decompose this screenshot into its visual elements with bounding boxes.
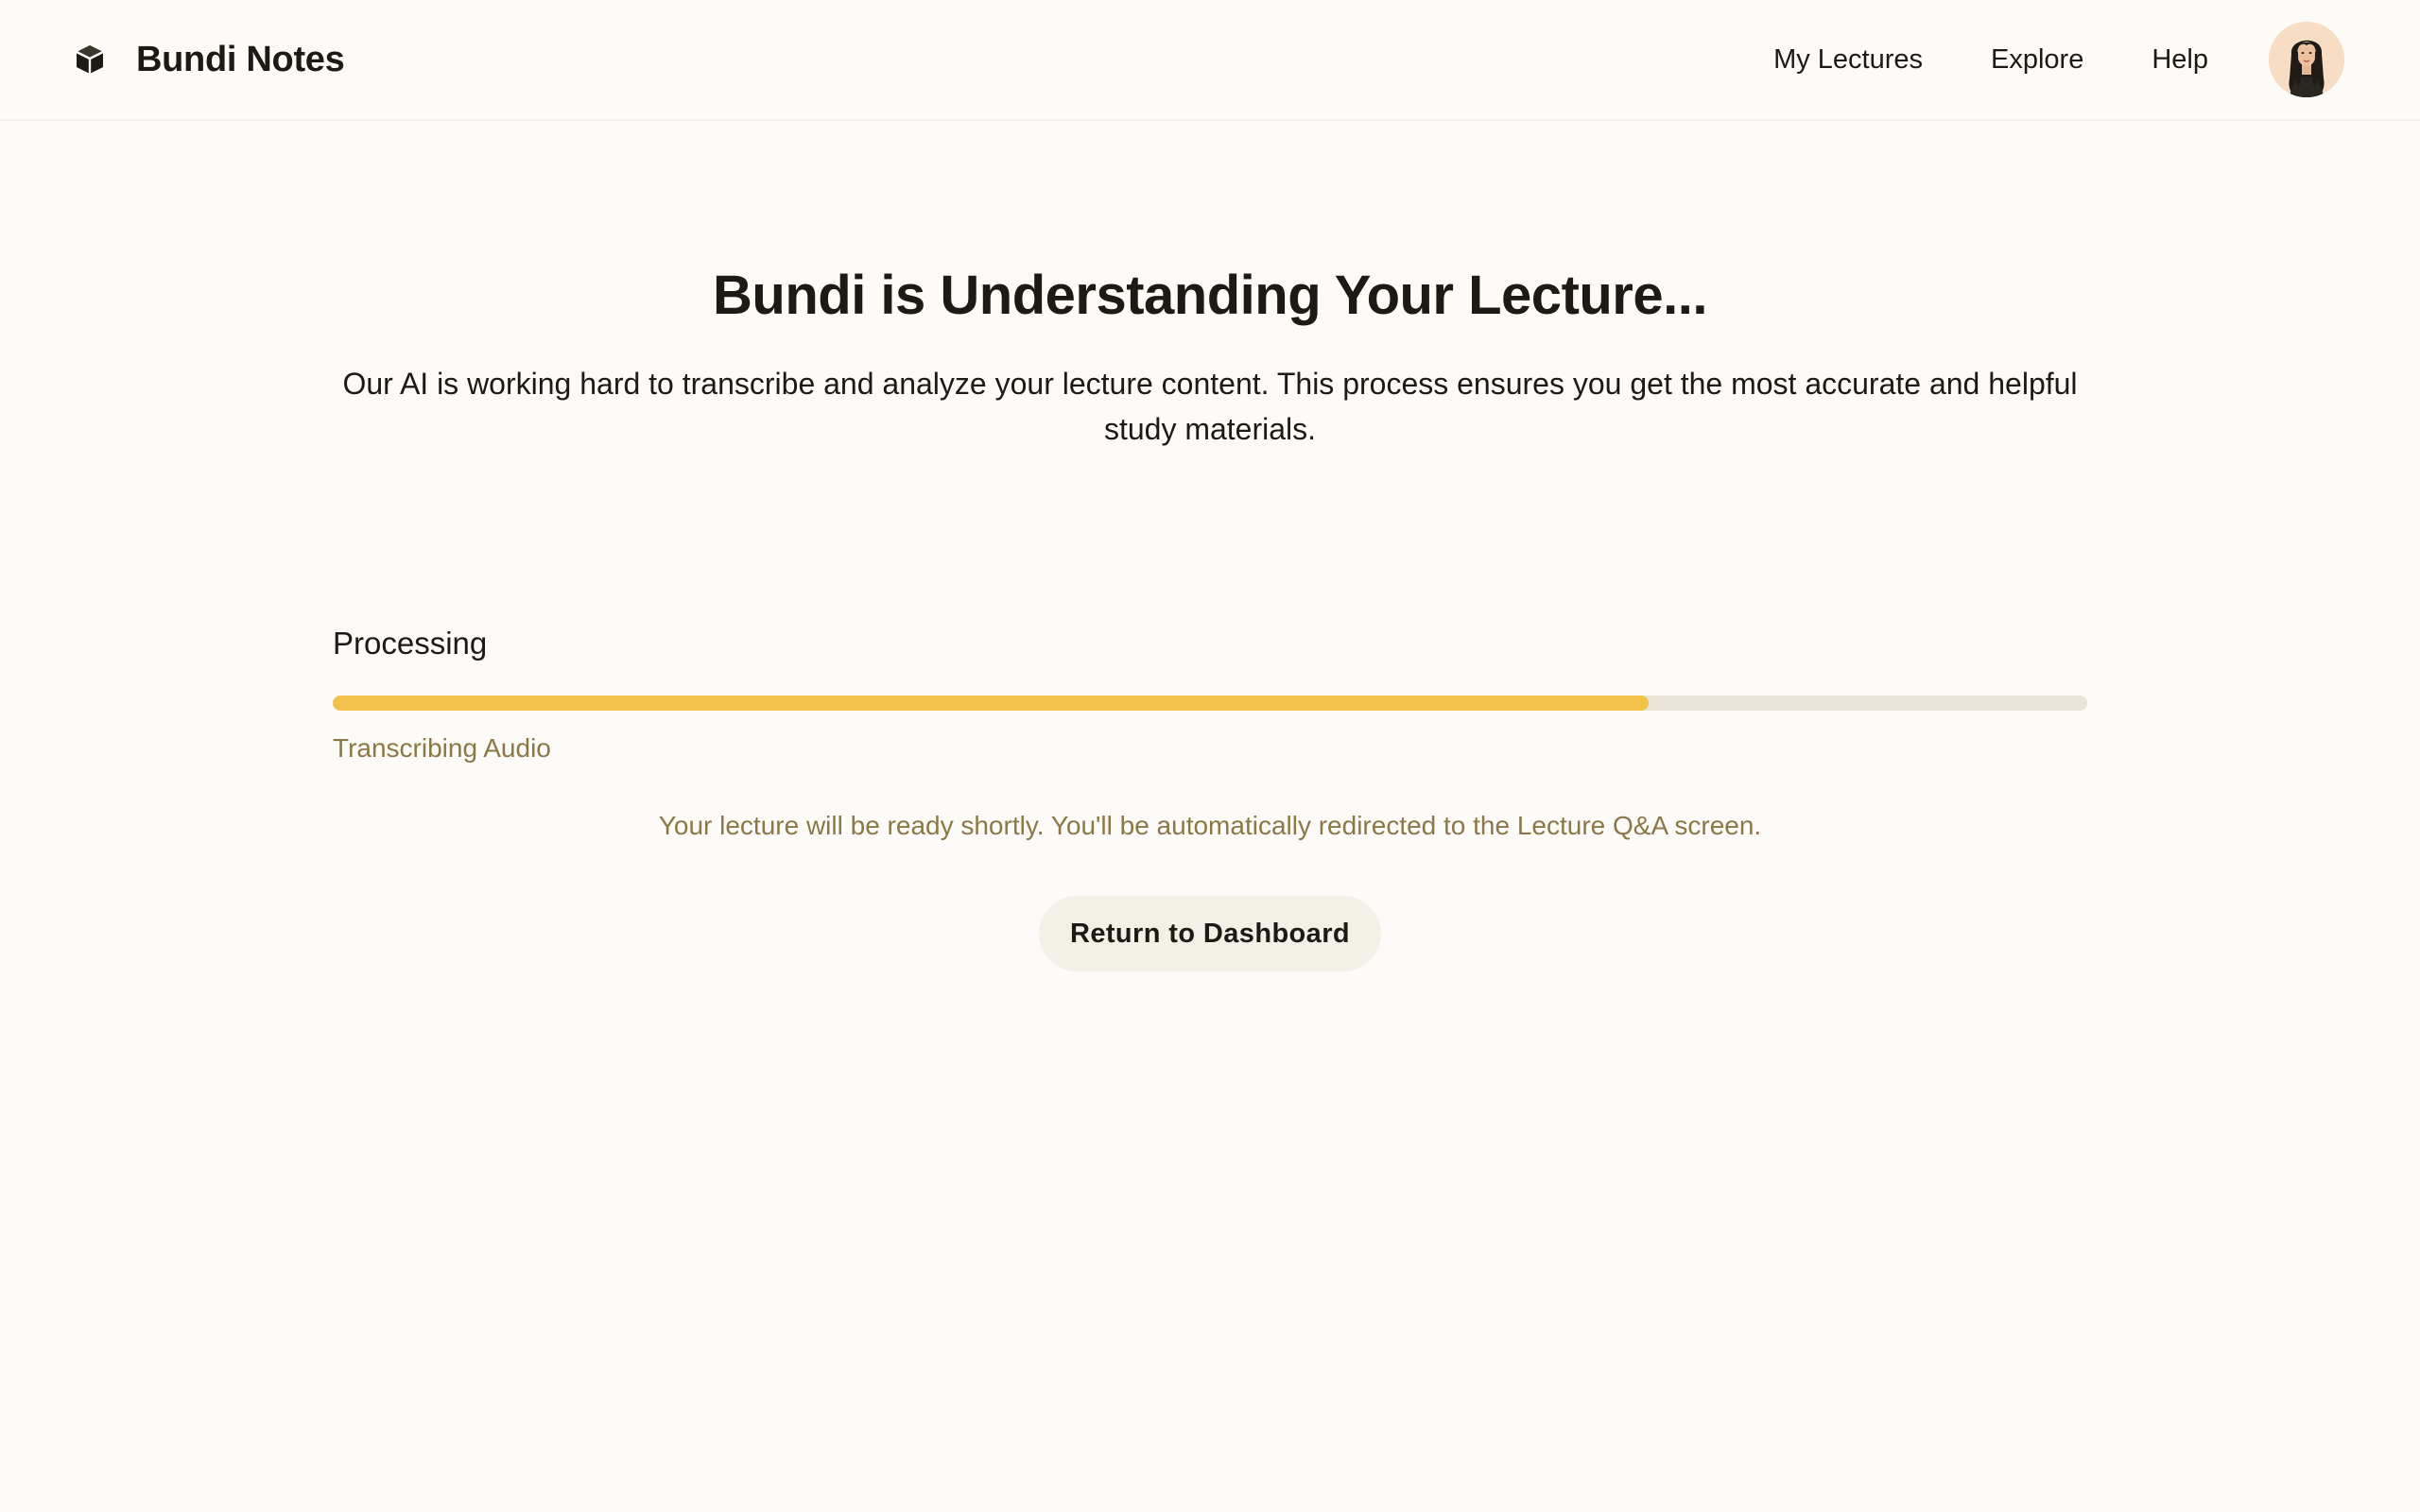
progress-bar xyxy=(333,696,2087,711)
redirect-notice: Your lecture will be ready shortly. You'… xyxy=(658,811,1762,840)
progress-label: Processing xyxy=(333,626,488,661)
top-nav-bar: Bundi Notes My Lectures Explore Help xyxy=(0,0,2420,121)
page-title: Bundi is Understanding Your Lecture... xyxy=(713,265,1707,326)
nav-link-my-lectures[interactable]: My Lectures xyxy=(1773,44,1923,76)
brand[interactable]: Bundi Notes xyxy=(74,0,345,119)
user-avatar[interactable] xyxy=(2269,22,2344,97)
progress-status: Transcribing Audio xyxy=(333,733,551,763)
main-nav: My Lectures Explore Help xyxy=(1773,0,2344,119)
page-description: Our AI is working hard to transcribe and… xyxy=(342,367,2078,446)
action-row: Return to Dashboard xyxy=(0,896,2420,971)
return-to-dashboard-button[interactable]: Return to Dashboard xyxy=(1039,896,1381,971)
nav-link-help[interactable]: Help xyxy=(2152,44,2208,76)
avatar-portrait-icon xyxy=(2269,22,2344,97)
nav-link-explore[interactable]: Explore xyxy=(1991,44,2083,76)
cube-icon xyxy=(74,43,106,76)
brand-name: Bundi Notes xyxy=(136,39,345,79)
progress-bar-fill xyxy=(333,696,1649,711)
